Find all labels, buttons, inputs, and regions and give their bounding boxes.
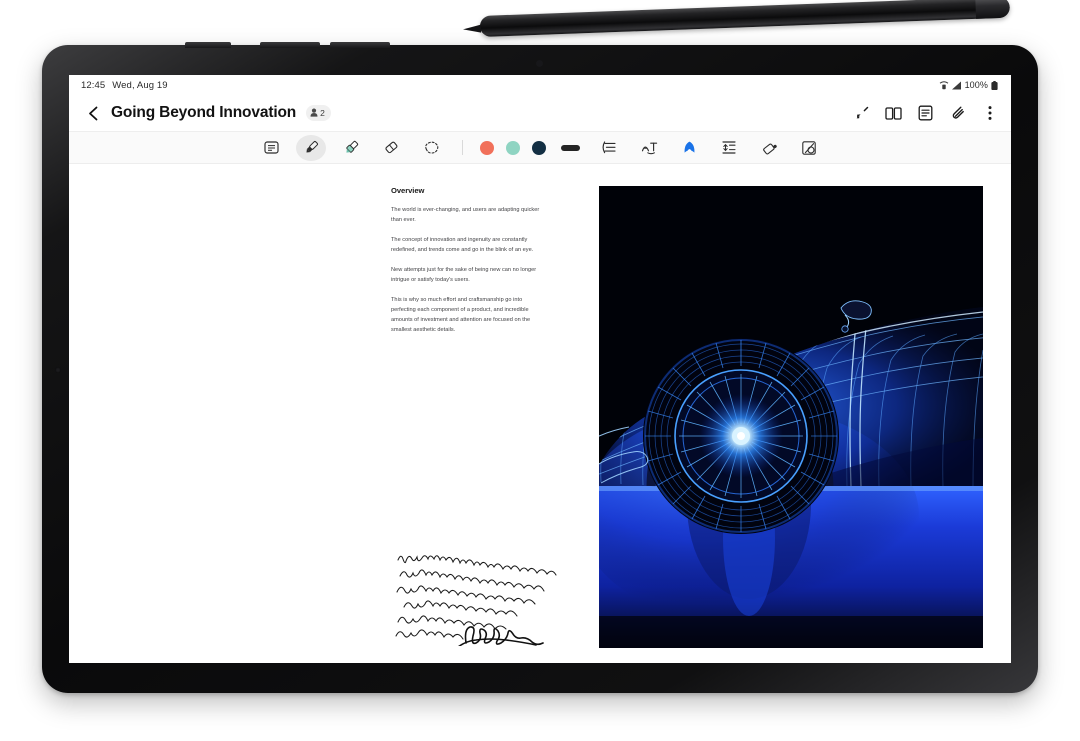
blue-wireframe-sports-car-image[interactable]: [599, 186, 983, 648]
stroke-width-chip[interactable]: [561, 144, 580, 151]
s-pen-body: [479, 0, 1011, 37]
fill-color-tool[interactable]: [754, 135, 784, 161]
battery-percent-label: 100%: [964, 80, 988, 90]
paragraph: The concept of innovation and ingenuity …: [391, 237, 534, 253]
highlighter-tool[interactable]: [336, 135, 366, 161]
pen-cursor-icon[interactable]: [853, 105, 870, 122]
signal-bars-icon: [951, 81, 962, 90]
align-spacing-tool[interactable]: [714, 135, 744, 161]
text-box-tool[interactable]: [256, 135, 286, 161]
back-button[interactable]: [81, 101, 105, 125]
color-swatch-navy[interactable]: [532, 140, 546, 155]
pen-tool[interactable]: [296, 134, 326, 161]
text-column: Overview The world is ever-changing, and…: [391, 186, 541, 345]
color-swatch-coral[interactable]: [480, 140, 494, 155]
attachment-icon[interactable]: [949, 105, 966, 122]
lasso-select-tool[interactable]: [416, 135, 446, 161]
book-view-icon[interactable]: [885, 105, 902, 122]
document-canvas[interactable]: Overview The world is ever-changing, and…: [69, 164, 1011, 663]
smart-select-tool[interactable]: [794, 135, 824, 161]
wifi-calling-icon: [939, 80, 949, 90]
page-title: Going Beyond Innovation: [111, 104, 297, 121]
shape-recognition-tool[interactable]: [674, 135, 704, 161]
toolbar-divider: [462, 140, 463, 155]
note-page[interactable]: Overview The world is ever-changing, and…: [69, 164, 1011, 663]
note-list-icon[interactable]: [917, 105, 934, 122]
battery-icon: [991, 80, 998, 90]
front-camera: [55, 367, 61, 373]
pen-toolbar: [69, 131, 1011, 164]
paragraph: This is why so much effort and craftsman…: [391, 297, 531, 333]
status-bar: 12:45 Wed, Aug 19 100%: [69, 75, 1011, 95]
volume-up-button[interactable]: [260, 42, 320, 48]
text-convert-tool[interactable]: [634, 135, 664, 161]
collaborators-badge[interactable]: 2: [306, 105, 331, 121]
color-swatch-mint[interactable]: [506, 140, 520, 155]
power-button[interactable]: [185, 42, 231, 48]
eraser-tool[interactable]: [376, 135, 406, 161]
volume-down-button[interactable]: [330, 42, 390, 48]
status-date: Wed, Aug 19: [112, 79, 168, 91]
tablet-screen: 12:45 Wed, Aug 19 100% Going Beyond Inno…: [69, 75, 1011, 663]
more-options-icon[interactable]: [981, 105, 998, 122]
paragraph: New attempts just for the sake of being …: [391, 267, 537, 283]
s-pen-tip-icon: [462, 24, 482, 34]
paragraph: The world is ever-changing, and users ar…: [391, 207, 540, 223]
person-icon: [310, 108, 318, 119]
header-actions: [853, 105, 998, 122]
collaborators-count: 2: [320, 108, 325, 118]
status-time: 12:45: [81, 79, 106, 91]
top-sensor: [536, 60, 543, 67]
app-header: Going Beyond Innovation 2: [69, 95, 1011, 131]
section-title: Overview: [391, 186, 425, 195]
straighten-lines-tool[interactable]: [594, 135, 624, 161]
tablet-device: 12:45 Wed, Aug 19 100% Going Beyond Inno…: [42, 42, 1038, 693]
handwritten-annotation[interactable]: [394, 546, 594, 648]
